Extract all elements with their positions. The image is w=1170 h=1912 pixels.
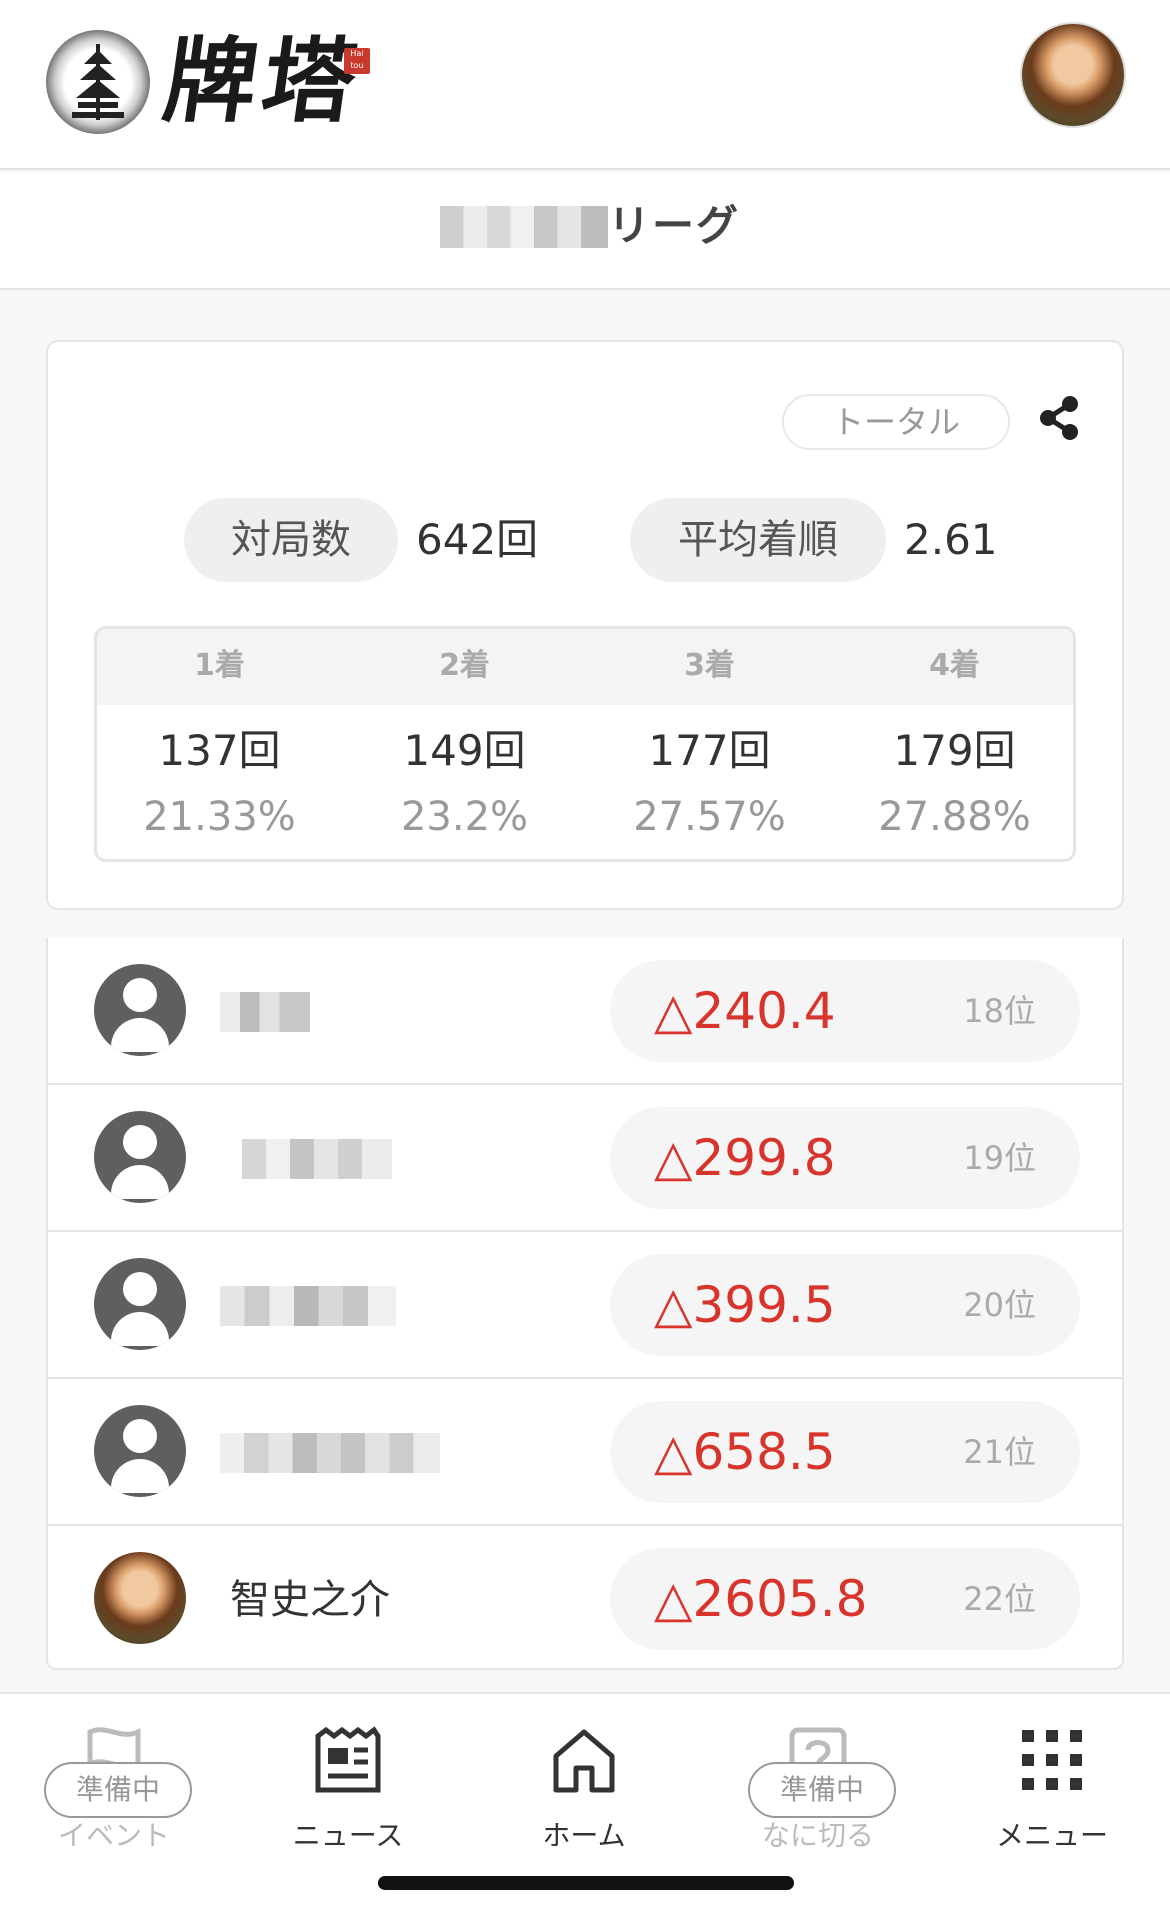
share-icon[interactable] xyxy=(1036,394,1084,442)
score-badge: △240.4 18位 xyxy=(610,960,1080,1062)
home-indicator[interactable] xyxy=(378,1876,794,1890)
place-2-percent: 23.2% xyxy=(400,794,529,840)
nav-event[interactable]: 準備中 イベント xyxy=(14,1710,214,1852)
placement-table: 1着 2着 3着 4着 137回 149回 177回 179回 21.33% 2… xyxy=(94,626,1076,862)
ranking-row[interactable]: △299.8 19位 xyxy=(48,1085,1122,1232)
preparing-badge: 準備中 xyxy=(748,1762,896,1818)
home-icon xyxy=(553,1729,615,1793)
score-badge: △658.5 21位 xyxy=(610,1401,1080,1503)
ranking-row[interactable]: △399.5 20位 xyxy=(48,1232,1122,1379)
player-rank: 18位 xyxy=(963,992,1036,1030)
games-value: 642回 xyxy=(416,515,539,564)
app-header: 牌塔 Hai tou xyxy=(0,0,1170,170)
player-name: 智史之介 xyxy=(230,1577,390,1623)
avg-rank-label: 平均着順 xyxy=(630,498,886,582)
logo-wordmark: 牌塔 xyxy=(157,27,369,135)
default-avatar-icon xyxy=(94,1111,186,1203)
player-rank: 19位 xyxy=(963,1139,1036,1177)
player-name-mosaic xyxy=(220,992,310,1032)
period-filter-button[interactable]: トータル xyxy=(782,394,1010,450)
league-title: リーグ xyxy=(608,201,741,250)
ranking-list: △240.4 18位 △299.8 19位 △399.5 20位 △658.5 … xyxy=(46,938,1124,1670)
place-4-label: 4着 xyxy=(929,648,980,683)
player-photo-avatar xyxy=(94,1552,186,1644)
player-score: △658.5 xyxy=(654,1423,836,1481)
default-avatar-icon xyxy=(94,1258,186,1350)
ranking-row[interactable]: 智史之介 △2605.8 22位 xyxy=(48,1526,1122,1673)
nav-label: メニュー xyxy=(995,1819,1108,1852)
player-score: △299.8 xyxy=(654,1129,836,1187)
place-4-count: 179回 xyxy=(893,726,1016,775)
default-avatar-icon xyxy=(94,964,186,1056)
score-badge: △2605.8 22位 xyxy=(610,1548,1080,1650)
nav-label: なに切る xyxy=(761,1819,874,1852)
place-1-percent: 21.33% xyxy=(143,794,296,840)
nav-home[interactable]: ホーム xyxy=(484,1710,684,1852)
league-name-mosaic xyxy=(440,206,608,248)
player-rank: 22位 xyxy=(963,1580,1036,1618)
grid-menu-icon xyxy=(1022,1730,1082,1790)
nav-nanikiru[interactable]: 準備中 なに切る xyxy=(718,1710,918,1852)
place-3-percent: 27.57% xyxy=(633,794,786,840)
avg-rank-value: 2.61 xyxy=(904,515,998,564)
score-badge: △399.5 20位 xyxy=(610,1254,1080,1356)
ranking-row[interactable]: △658.5 21位 xyxy=(48,1379,1122,1526)
nav-label: ホーム xyxy=(542,1819,626,1852)
news-icon xyxy=(315,1726,381,1793)
games-label: 対局数 xyxy=(184,498,398,582)
player-rank: 20位 xyxy=(963,1286,1036,1324)
preparing-badge: 準備中 xyxy=(44,1762,192,1818)
default-avatar-icon xyxy=(94,1405,186,1497)
ranking-row[interactable]: △240.4 18位 xyxy=(48,938,1122,1085)
player-score: △2605.8 xyxy=(654,1570,868,1628)
place-1-label: 1着 xyxy=(194,648,245,683)
logo-emblem-icon xyxy=(46,30,150,134)
nav-label: イベント xyxy=(57,1819,170,1852)
player-score: △399.5 xyxy=(654,1276,836,1334)
logo-stamp: Hai tou xyxy=(344,48,370,74)
player-name-mosaic xyxy=(220,1286,396,1326)
place-3-label: 3着 xyxy=(684,648,735,683)
place-4-percent: 27.88% xyxy=(878,794,1031,840)
nav-label: ニュース xyxy=(292,1819,404,1852)
place-1-count: 137回 xyxy=(158,726,281,775)
player-name-mosaic xyxy=(220,1433,440,1473)
user-avatar[interactable] xyxy=(1020,22,1126,128)
place-3-count: 177回 xyxy=(648,726,771,775)
score-badge: △299.8 19位 xyxy=(610,1107,1080,1209)
player-rank: 21位 xyxy=(963,1433,1036,1471)
player-name-mosaic xyxy=(242,1139,392,1179)
place-2-label: 2着 xyxy=(439,648,490,683)
nav-news[interactable]: ニュース xyxy=(248,1710,448,1852)
place-2-count: 149回 xyxy=(403,726,526,775)
nav-menu[interactable]: メニュー xyxy=(952,1710,1152,1852)
player-score: △240.4 xyxy=(654,982,836,1040)
